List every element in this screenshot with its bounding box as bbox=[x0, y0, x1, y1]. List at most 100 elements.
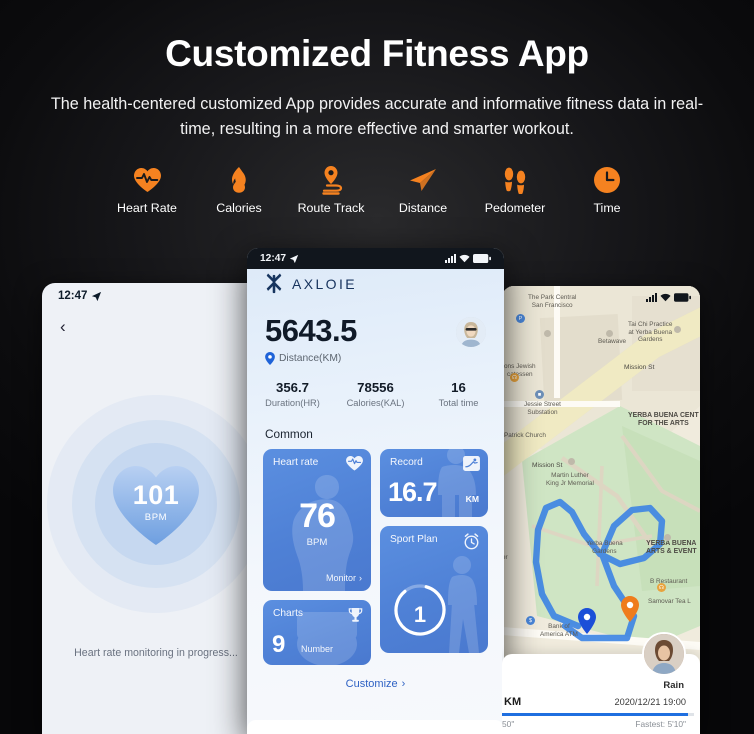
status-time: 12:47 bbox=[260, 253, 287, 264]
card-title: Charts bbox=[273, 608, 304, 619]
location-arrow-icon bbox=[289, 254, 299, 263]
feature-route-track[interactable]: Route Track bbox=[285, 163, 377, 215]
card-heart-rate[interactable]: Heart rate 76 BPM Monitor › bbox=[263, 449, 371, 591]
wifi-icon bbox=[459, 254, 470, 263]
status-bar-left: 12:47 bbox=[42, 283, 270, 309]
cards-column-left: Heart rate 76 BPM Monitor › Charts 9 Num… bbox=[263, 449, 371, 665]
map-poi-dot bbox=[568, 458, 575, 465]
customize-link[interactable]: Customize › bbox=[247, 678, 504, 690]
running-shoe-icon bbox=[463, 456, 480, 476]
feature-pedometer[interactable]: Pedometer bbox=[469, 163, 561, 215]
feature-label: Heart Rate bbox=[117, 201, 177, 216]
chevron-right-icon: › bbox=[401, 678, 406, 690]
atm-poi-icon[interactable]: $ bbox=[526, 616, 535, 625]
heart-pulse-icon bbox=[101, 163, 193, 196]
monitor-label: Monitor bbox=[325, 573, 356, 583]
charts-value: 9 bbox=[272, 631, 286, 658]
sport-plan-value: 1 bbox=[413, 602, 427, 627]
heart-rate-unit: BPM bbox=[144, 511, 168, 523]
total-distance-label: Distance(KM) bbox=[279, 353, 342, 364]
route-progress-bar[interactable] bbox=[502, 713, 694, 716]
clock-icon bbox=[561, 163, 653, 196]
substation-poi-icon[interactable]: ■ bbox=[535, 390, 544, 399]
feature-distance[interactable]: Distance bbox=[377, 163, 469, 215]
common-section-title: Common bbox=[265, 427, 313, 441]
total-distance-value: 5643.5 bbox=[265, 313, 357, 348]
map-poi-dot bbox=[664, 534, 671, 541]
back-button[interactable]: ‹ bbox=[60, 317, 80, 337]
card-charts[interactable]: Charts 9 Number bbox=[263, 600, 371, 665]
battery-icon bbox=[674, 293, 691, 302]
card-title: Sport Plan bbox=[390, 534, 438, 545]
route-datetime: 2020/12/21 19:00 bbox=[614, 697, 686, 707]
user-avatar[interactable] bbox=[456, 317, 486, 347]
heart-rate-unit: BPM bbox=[306, 537, 328, 548]
alarm-clock-icon bbox=[463, 533, 480, 555]
map-poi-dot bbox=[606, 330, 613, 337]
runner-name: Rain bbox=[663, 680, 684, 691]
tea-poi-icon[interactable]: ☊ bbox=[657, 583, 666, 592]
stat-calories: 78556 Calories(KAL) bbox=[334, 380, 417, 408]
card-sport-plan[interactable]: Sport Plan 1 bbox=[380, 526, 488, 653]
app-brand-name: AXLOIE bbox=[292, 276, 357, 292]
status-time-group: 12:47 bbox=[260, 253, 299, 264]
map-poi-dot bbox=[544, 330, 551, 337]
battery-icon bbox=[473, 254, 491, 263]
feature-list: Heart Rate Calories Route Track Distance… bbox=[0, 163, 754, 215]
status-time: 12:47 bbox=[58, 290, 88, 302]
trophy-icon bbox=[348, 607, 363, 628]
signal-bars-icon bbox=[445, 254, 456, 263]
feature-calories[interactable]: Calories bbox=[193, 163, 285, 215]
stat-value: 16 bbox=[451, 380, 466, 395]
dashboard-cards-grid: Heart rate 76 BPM Monitor › Charts 9 Num… bbox=[247, 449, 504, 665]
restaurant-poi-icon[interactable]: ☊ bbox=[510, 373, 519, 382]
heart-rate-value: 101 bbox=[132, 479, 180, 510]
stat-value: 78556 bbox=[357, 380, 394, 395]
route-meta-row: KM 2020/12/21 19:00 bbox=[502, 696, 686, 708]
flame-icon bbox=[193, 163, 285, 196]
pace-value: 50" bbox=[502, 719, 515, 729]
paper-plane-icon bbox=[377, 163, 469, 196]
stat-total-time: 16 Total time bbox=[417, 380, 500, 408]
feature-label: Calories bbox=[216, 201, 262, 216]
dashboard-hero-stats: 5643.5 Distance(KM) bbox=[247, 299, 504, 365]
route-pin-icon bbox=[285, 163, 377, 196]
heart-rate-value: 76 bbox=[299, 497, 336, 535]
phone-dashboard-screen: 12:47 AXLOIE 5643.5 Distance(KM) 356.7 D… bbox=[247, 248, 504, 734]
route-pace-row: 50" Fastest: 5'10" bbox=[502, 719, 686, 729]
monitor-link[interactable]: Monitor › bbox=[326, 573, 362, 583]
chevron-right-icon: › bbox=[359, 573, 362, 583]
signal-bars-icon bbox=[646, 293, 657, 302]
feature-label: Route Track bbox=[297, 201, 365, 216]
status-bar-right bbox=[646, 293, 691, 302]
total-distance-label-row: Distance(KM) bbox=[265, 352, 486, 365]
stat-label: Calories(KAL) bbox=[346, 398, 405, 408]
runner-avatar[interactable] bbox=[642, 632, 686, 676]
feature-heart-rate[interactable]: Heart Rate bbox=[101, 163, 193, 215]
bottom-sheet-strip bbox=[247, 720, 504, 734]
phones-stage: 12:47 ‹ 101 BPM Heart rate monitoring in… bbox=[0, 232, 754, 734]
fastest-pace: Fastest: 5'10" bbox=[635, 719, 686, 729]
status-indicators bbox=[445, 254, 491, 263]
monitoring-status-text: Heart rate monitoring in progress... bbox=[74, 647, 238, 659]
feature-time[interactable]: Time bbox=[561, 163, 653, 215]
page-subtitle: The health-centered customized App provi… bbox=[50, 94, 704, 138]
route-distance-unit: KM bbox=[504, 696, 522, 708]
card-record[interactable]: Record 16.7 KM bbox=[380, 449, 488, 517]
feature-label: Distance bbox=[398, 201, 448, 216]
parking-poi-icon[interactable]: P bbox=[516, 314, 525, 323]
record-value: 16.7 bbox=[388, 477, 438, 507]
wifi-icon bbox=[660, 293, 671, 302]
card-title: Heart rate bbox=[273, 457, 319, 468]
feature-label: Pedometer bbox=[484, 201, 546, 216]
map-poi-dot bbox=[674, 326, 681, 333]
page-title: Customized Fitness App bbox=[165, 33, 589, 74]
hero-section: Customized Fitness App The health-center… bbox=[0, 0, 754, 142]
cards-column-right: Record 16.7 KM Sport Plan 1 bbox=[380, 449, 488, 665]
card-title: Record bbox=[390, 457, 423, 468]
stat-label: Total time bbox=[438, 398, 479, 408]
stat-value: 356.7 bbox=[275, 380, 309, 395]
location-arrow-icon bbox=[92, 291, 102, 301]
status-bar-center: 12:47 bbox=[247, 248, 504, 269]
axloie-logo-icon bbox=[266, 273, 282, 294]
